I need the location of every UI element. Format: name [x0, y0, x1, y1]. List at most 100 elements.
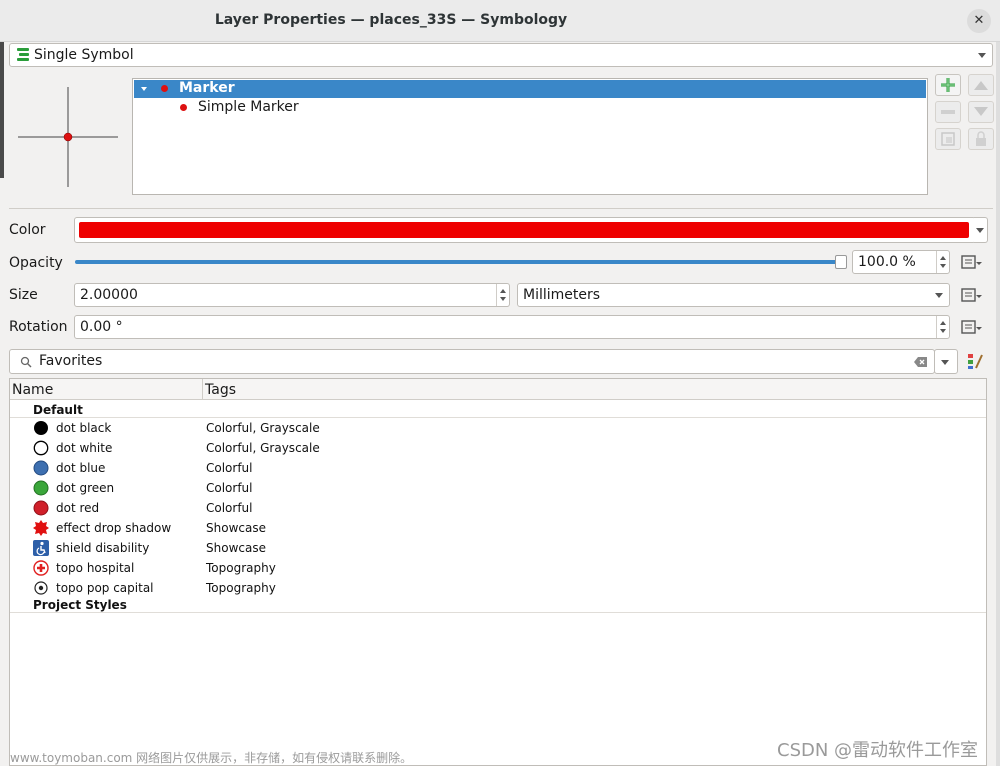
row-name: dot white — [56, 441, 113, 455]
row-tags: Topography — [206, 581, 276, 595]
table-row[interactable]: effect drop shadow Showcase — [10, 518, 986, 538]
close-icon: ✕ — [973, 13, 985, 28]
renderer-type-combo[interactable]: Single Symbol — [9, 43, 993, 67]
duplicate-button[interactable] — [935, 128, 961, 150]
table-row[interactable]: dot blue Colorful — [10, 458, 986, 478]
expand-arrow-icon[interactable] — [141, 87, 147, 91]
topo-hospital-icon — [33, 560, 49, 576]
marker-dot-icon — [180, 104, 187, 111]
dot-black-icon — [34, 421, 48, 435]
clear-icon[interactable] — [914, 356, 928, 368]
search-icon — [20, 356, 32, 368]
size-unit-value: Millimeters — [523, 287, 601, 303]
chevron-down-icon — [978, 53, 986, 58]
search-dropdown-button[interactable] — [934, 349, 958, 374]
chevron-down-icon — [976, 228, 984, 233]
marker-dot-icon — [161, 85, 168, 92]
spin-down-icon[interactable] — [940, 329, 946, 333]
window-title: Layer Properties — places_33S — Symbolog… — [214, 12, 568, 28]
size-unit-combo[interactable]: Millimeters — [517, 283, 950, 307]
group-project-styles[interactable]: Project Styles — [33, 598, 127, 612]
size-spinbox[interactable]: 2.00000 — [74, 283, 510, 307]
plus-icon — [941, 78, 955, 92]
minus-icon — [941, 110, 955, 114]
data-defined-override-icon[interactable] — [958, 284, 984, 306]
dot-red-icon — [33, 500, 49, 516]
lock-icon — [976, 131, 986, 146]
table-row[interactable]: dot white Colorful, Grayscale — [10, 438, 986, 458]
table-row[interactable]: shield disability Showcase — [10, 538, 986, 558]
group-default[interactable]: Default — [33, 403, 83, 417]
data-defined-override-icon[interactable] — [958, 316, 984, 338]
symbol-library-table[interactable]: Name Tags Default dot black Colorful, Gr… — [9, 378, 987, 766]
tree-item-label: Simple Marker — [198, 99, 299, 115]
opacity-spinbox[interactable]: 100.0 % — [852, 250, 950, 274]
tree-item-simple-marker[interactable]: Simple Marker — [134, 99, 926, 117]
spin-arrows[interactable] — [496, 284, 509, 306]
opacity-slider-handle[interactable] — [835, 255, 847, 269]
tree-item-marker[interactable]: Marker — [134, 80, 926, 98]
separator — [9, 208, 993, 209]
rotation-spinbox[interactable]: 0.00 ° — [74, 315, 950, 339]
row-name: dot red — [56, 501, 100, 515]
remove-symbol-layer-button[interactable] — [935, 101, 961, 123]
move-down-button[interactable] — [968, 101, 994, 123]
single-symbol-icon — [17, 48, 29, 61]
chevron-down-icon — [941, 359, 949, 365]
add-symbol-layer-button[interactable] — [935, 74, 961, 96]
symbol-layer-tree[interactable]: Marker Simple Marker — [132, 78, 928, 195]
color-label: Color — [9, 222, 46, 238]
color-button[interactable] — [74, 217, 976, 243]
row-name: topo hospital — [56, 561, 135, 575]
size-value: 2.00000 — [80, 287, 138, 303]
arrow-down-icon — [974, 107, 988, 116]
row-name: topo pop capital — [56, 581, 154, 595]
spin-up-icon[interactable] — [500, 289, 506, 293]
move-up-button[interactable] — [968, 74, 994, 96]
row-tags: Showcase — [206, 521, 266, 535]
dot-green-icon — [33, 480, 49, 496]
row-tags: Colorful — [206, 501, 253, 515]
table-row[interactable]: topo pop capital Topography — [10, 578, 986, 598]
table-row[interactable]: dot red Colorful — [10, 498, 986, 518]
shield-disability-icon — [33, 540, 49, 556]
style-manager-icon[interactable] — [966, 352, 984, 370]
color-swatch — [79, 222, 969, 238]
spin-arrows[interactable] — [936, 251, 949, 273]
lock-button[interactable] — [968, 128, 994, 150]
opacity-label: Opacity — [9, 255, 63, 271]
tree-item-label: Marker — [179, 80, 235, 96]
spin-arrows[interactable] — [936, 316, 949, 338]
symbol-preview — [18, 87, 118, 187]
left-edge — [0, 42, 4, 178]
table-header: Name Tags — [10, 379, 986, 400]
spin-up-icon[interactable] — [940, 321, 946, 325]
symbol-search-field[interactable]: Favorites — [9, 349, 935, 374]
row-name: dot blue — [56, 461, 106, 475]
arrow-up-icon — [974, 81, 988, 90]
row-tags: Colorful, Grayscale — [206, 421, 320, 435]
row-name: shield disability — [56, 541, 150, 555]
spin-down-icon[interactable] — [500, 297, 506, 301]
table-row[interactable]: dot green Colorful — [10, 478, 986, 498]
column-header-name[interactable]: Name — [12, 382, 53, 398]
row-name: dot green — [56, 481, 115, 495]
spin-down-icon[interactable] — [940, 264, 946, 268]
opacity-slider-track[interactable] — [75, 260, 843, 264]
group-divider — [10, 612, 986, 613]
rotation-value: 0.00 ° — [80, 319, 123, 335]
spin-up-icon[interactable] — [940, 256, 946, 260]
table-row[interactable]: dot black Colorful, Grayscale — [10, 418, 986, 438]
row-tags: Showcase — [206, 541, 266, 555]
color-dropdown-button[interactable] — [974, 217, 988, 243]
watermark-text: CSDN @雷动软件工作室 — [777, 740, 979, 761]
close-button[interactable]: ✕ — [967, 9, 991, 33]
row-tags: Colorful, Grayscale — [206, 441, 320, 455]
column-header-tags[interactable]: Tags — [205, 382, 236, 398]
rotation-label: Rotation — [9, 319, 68, 335]
size-label: Size — [9, 287, 38, 303]
dot-white-icon — [33, 440, 49, 456]
table-row[interactable]: topo hospital Topography — [10, 558, 986, 578]
data-defined-override-icon[interactable] — [958, 251, 984, 273]
column-divider[interactable] — [202, 379, 203, 400]
